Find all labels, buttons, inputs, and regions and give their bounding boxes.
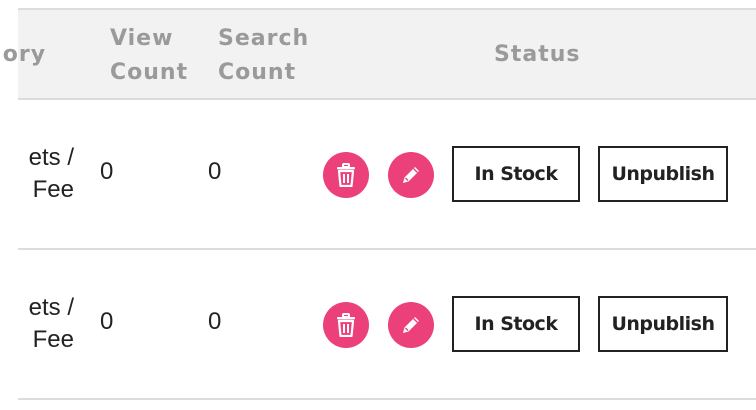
- delete-button[interactable]: [323, 152, 369, 198]
- category-cell-line1: ets /: [28, 144, 74, 171]
- unpublish-button[interactable]: Unpublish: [598, 296, 728, 352]
- header-search-count[interactable]: Search Count: [218, 22, 309, 90]
- delete-button[interactable]: [323, 302, 369, 348]
- unpublish-button[interactable]: Unpublish: [598, 146, 728, 202]
- products-table: gory View Count Search Count Status ets …: [0, 8, 756, 400]
- category-cell: ets / Fee: [4, 142, 74, 206]
- pencil-icon: [399, 163, 423, 187]
- header-status[interactable]: Status: [494, 38, 580, 72]
- category-cell-line2: Fee: [32, 176, 74, 203]
- products-table-viewport: gory View Count Search Count Status ets …: [0, 0, 756, 410]
- search-count-cell: 0: [208, 308, 222, 335]
- category-cell-line1: ets /: [28, 294, 74, 321]
- edit-button[interactable]: [388, 302, 434, 348]
- header-category[interactable]: gory: [0, 38, 46, 72]
- category-cell: ets / Fee: [4, 292, 74, 356]
- header-status-label: Status: [494, 42, 581, 67]
- trash-icon: [335, 163, 357, 187]
- search-count-cell: 0: [208, 158, 222, 185]
- header-search-count-line1: Search: [218, 26, 310, 51]
- header-view-count-line1: View: [110, 26, 174, 51]
- table-header: gory View Count Search Count Status: [0, 10, 756, 100]
- trash-icon: [335, 313, 357, 337]
- header-search-count-line2: Count: [218, 60, 297, 85]
- header-view-count[interactable]: View Count: [110, 22, 188, 90]
- table-row: ets / Fee 0 0 In Stock Unpublish: [18, 250, 756, 400]
- category-cell-line2: Fee: [32, 326, 74, 353]
- view-count-cell: 0: [100, 158, 114, 185]
- header-category-label: gory: [0, 42, 47, 67]
- in-stock-button[interactable]: In Stock: [452, 296, 580, 352]
- pencil-icon: [399, 313, 423, 337]
- view-count-cell: 0: [100, 308, 114, 335]
- in-stock-button[interactable]: In Stock: [452, 146, 580, 202]
- header-view-count-line2: Count: [110, 60, 189, 85]
- edit-button[interactable]: [388, 152, 434, 198]
- table-row: ets / Fee 0 0 In Stock Unpublish: [18, 100, 756, 250]
